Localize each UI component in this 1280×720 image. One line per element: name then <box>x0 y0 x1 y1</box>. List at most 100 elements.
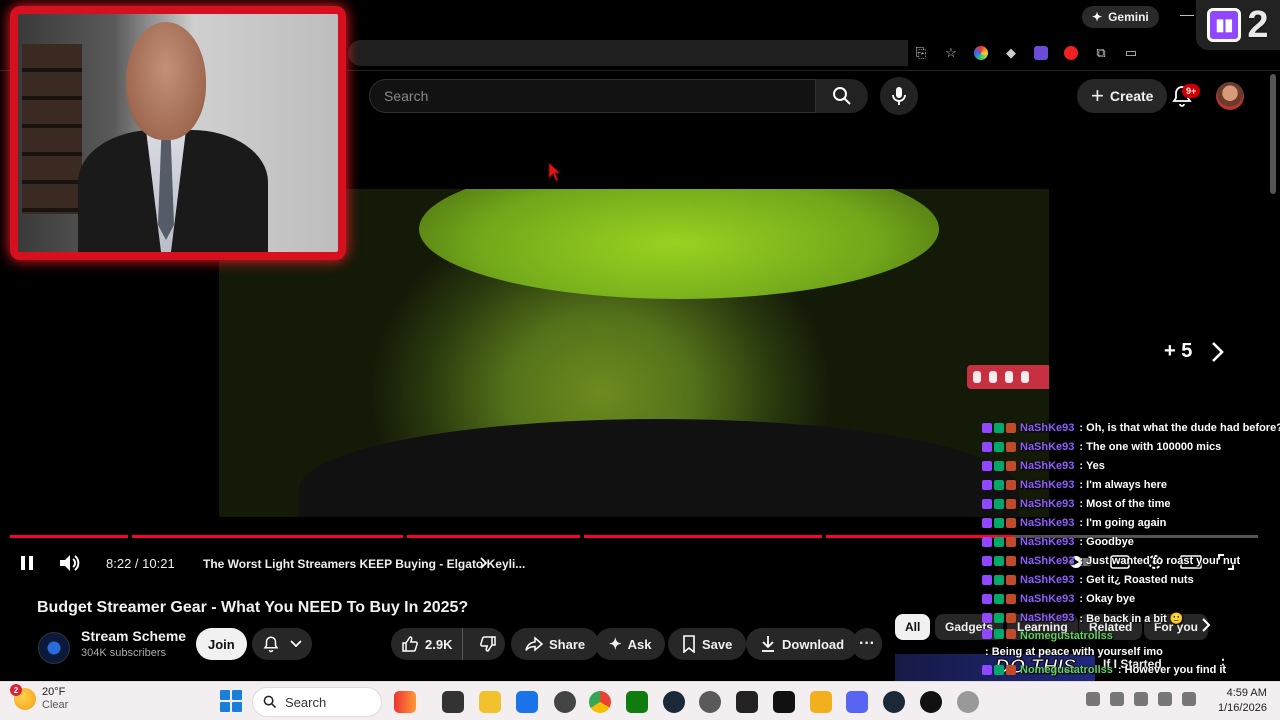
join-button[interactable]: Join <box>196 628 247 660</box>
chat-badge-icon <box>1006 498 1016 509</box>
chat-username[interactable]: Nomegustatrollss <box>1020 664 1113 676</box>
install-app-icon[interactable]: ⎘ <box>912 44 930 62</box>
tray-volume-icon[interactable] <box>1182 692 1196 706</box>
chat-username[interactable]: NaShKe93 <box>1020 460 1074 472</box>
taskbar-steam-icon[interactable] <box>663 691 685 713</box>
channel-name[interactable]: Stream Scheme <box>81 628 186 644</box>
taskbar-settings-icon[interactable] <box>957 691 979 713</box>
notification-count-badge: 9+ <box>1182 84 1201 98</box>
clock-time: 4:59 AM <box>1226 687 1267 699</box>
ask-button[interactable]: ✦ Ask <box>595 628 666 660</box>
tray-wifi-icon[interactable] <box>1158 692 1172 706</box>
sidepanel-icon[interactable]: ▭ <box>1122 44 1140 62</box>
chevron-down-icon <box>290 640 302 648</box>
chat-badge-icon <box>994 537 1004 548</box>
taskbar-epic-icon[interactable] <box>773 691 795 713</box>
share-button[interactable]: Share <box>511 628 600 660</box>
search-input[interactable] <box>384 88 815 104</box>
chat-username[interactable]: NaShKe93 <box>1020 593 1074 605</box>
chat-username[interactable]: NaShKe93 <box>1020 536 1074 548</box>
extension-color-icon[interactable] <box>972 44 990 62</box>
tray-battery-icon[interactable] <box>1134 692 1148 706</box>
account-avatar[interactable] <box>1216 82 1244 110</box>
sparkle-icon: ✦ <box>609 636 622 653</box>
volume-icon[interactable] <box>58 553 82 573</box>
chat-username[interactable]: NaShKe93 <box>1020 574 1074 586</box>
like-button[interactable]: 2.9K <box>391 628 464 660</box>
gemini-button[interactable]: ✦ Gemini <box>1082 6 1159 28</box>
thumbs-down-icon <box>480 636 497 652</box>
chapter-chevron-icon[interactable] <box>479 556 489 570</box>
chat-username[interactable]: NaShKe93 <box>1020 498 1074 510</box>
chat-badge-icon <box>994 441 1004 452</box>
more-actions-button[interactable]: ··· <box>852 628 882 660</box>
extension-red-icon[interactable] <box>1062 44 1080 62</box>
subscription-bell-button[interactable] <box>252 628 312 660</box>
chat-text: : Yes <box>1079 459 1105 472</box>
time-display: 8:22 / 10:21 <box>106 556 175 571</box>
chip-all[interactable]: All <box>895 614 931 640</box>
chat-username[interactable]: NaShKe93 <box>1020 555 1074 567</box>
search-box[interactable] <box>369 79 816 113</box>
chat-username[interactable]: NaShKe93 <box>1020 479 1074 491</box>
minimize-window-icon[interactable]: — <box>1180 6 1194 22</box>
twitch-logo-icon: ▮▮ <box>1207 8 1242 42</box>
page-scrollbar[interactable] <box>1270 74 1276 194</box>
taskbar-app-chili-icon[interactable] <box>394 691 416 713</box>
tray-up-icon[interactable] <box>1086 692 1100 706</box>
chevron-right-icon[interactable] <box>1208 340 1228 364</box>
dislike-button[interactable] <box>469 628 507 660</box>
search-button[interactable] <box>816 79 868 113</box>
chat-badge-icon <box>982 594 992 605</box>
pause-icon[interactable] <box>18 554 36 572</box>
taskbar-xbox-icon[interactable] <box>626 691 648 713</box>
chat-text: : Get it¿ Roasted nuts <box>1079 574 1194 587</box>
taskbar-steam2-icon[interactable] <box>883 691 905 713</box>
address-bar[interactable] <box>348 40 908 66</box>
chat-username[interactable]: NaShKe93 <box>1020 612 1074 624</box>
taskbar-search[interactable]: Search <box>252 687 382 717</box>
windows-start-icon[interactable] <box>220 690 242 712</box>
save-button[interactable]: Save <box>668 628 747 660</box>
tray-mic-icon[interactable] <box>1110 692 1124 706</box>
chat-badge-icon <box>994 460 1004 471</box>
chapter-title[interactable]: The Worst Light Streamers KEEP Buying - … <box>203 557 525 571</box>
chat-badge-icon <box>994 479 1004 490</box>
download-button[interactable]: Download <box>746 628 859 660</box>
create-button[interactable]: + Create <box>1077 79 1168 113</box>
stream-overlay-badge: ▮▮ 2 <box>1196 0 1280 50</box>
taskbar-chrome-icon[interactable] <box>589 691 611 713</box>
extension-twitch-icon[interactable] <box>1032 44 1050 62</box>
chat-username[interactable]: NaShKe93 <box>1020 517 1074 529</box>
taskbar-clock[interactable]: 4:59 AM 1/16/2026 <box>1218 686 1267 716</box>
thumbs-up-icon <box>402 636 418 652</box>
taskbar-file-explorer-icon[interactable] <box>479 691 501 713</box>
chat-badge-icon <box>982 498 992 509</box>
chat-username[interactable]: Nomegustatrollss <box>1020 629 1113 643</box>
channel-avatar[interactable] <box>38 632 70 664</box>
video-title: Budget Streamer Gear - What You NEED To … <box>37 599 469 616</box>
more-videos-count[interactable]: + 5 <box>1164 340 1192 363</box>
taskbar-rockstar-icon[interactable] <box>810 691 832 713</box>
taskbar-app-circle-icon[interactable] <box>699 691 721 713</box>
taskbar-discord-icon[interactable] <box>846 691 868 713</box>
taskbar-7zip-icon[interactable] <box>736 691 758 713</box>
chat-username[interactable]: NaShKe93 <box>1020 441 1074 453</box>
extension-diamond-icon[interactable]: ◆ <box>1002 44 1020 62</box>
chat-text: : I'm always here <box>1079 478 1168 491</box>
extensions-puzzle-icon[interactable]: ⧉ <box>1092 44 1110 62</box>
video-subject-cap <box>419 189 939 299</box>
chat-badge-icon <box>982 556 992 567</box>
taskbar-store-icon[interactable] <box>516 691 538 713</box>
chat-username[interactable]: NaShKe93 <box>1020 422 1074 434</box>
chat-text: : I'm going again <box>1079 517 1167 530</box>
weather-widget[interactable]: 2 20°F Clear <box>10 684 68 712</box>
like-count: 2.9K <box>425 636 453 652</box>
voice-search-button[interactable] <box>880 77 918 115</box>
chat-text: : Just wanted to roast your nut <box>1079 555 1241 568</box>
more-dots-icon: ··· <box>859 635 875 652</box>
taskbar-app-terminal-icon[interactable] <box>442 691 464 713</box>
bookmark-star-icon[interactable]: ☆ <box>942 44 960 62</box>
taskbar-app-dark-icon[interactable] <box>920 691 942 713</box>
taskbar-obs-icon[interactable] <box>554 691 576 713</box>
